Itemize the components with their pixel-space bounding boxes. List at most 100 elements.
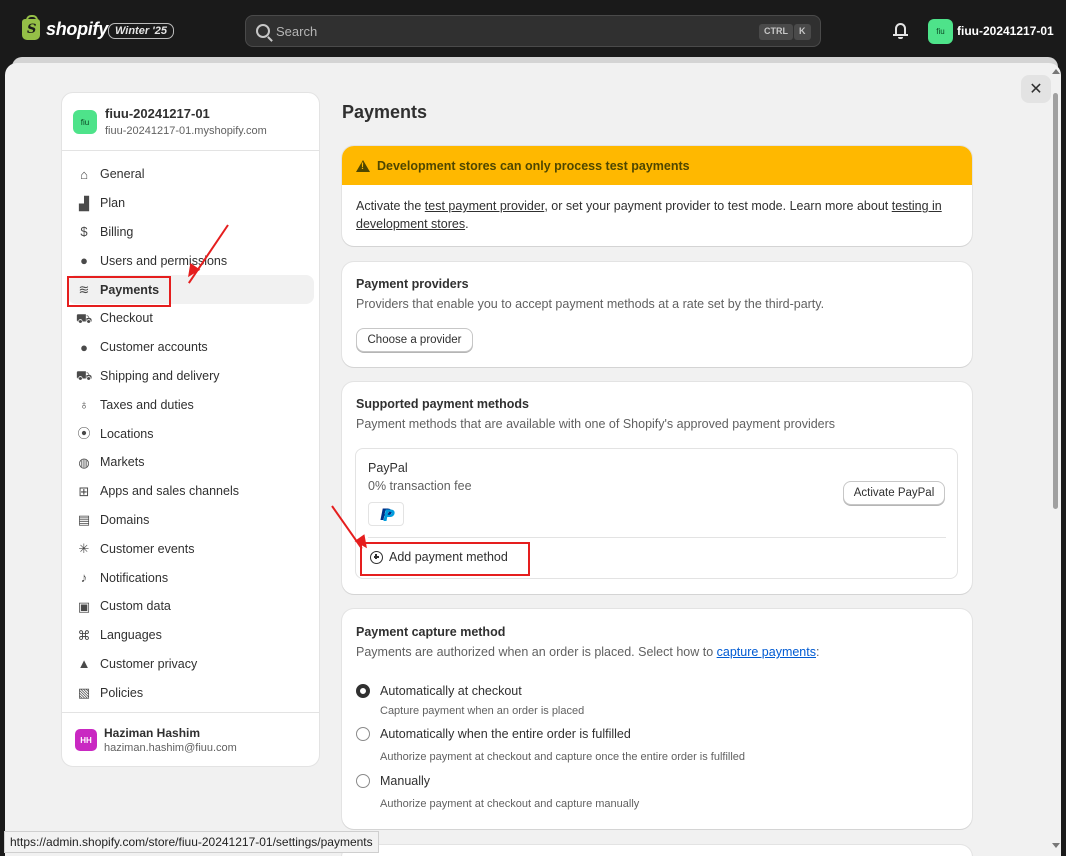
sidebar-user[interactable]: HH Haziman Hashim haziman.hashim@fiuu.co… [62, 712, 319, 767]
sidebar-item-apps[interactable]: ⊞ Apps and sales channels [68, 477, 314, 506]
radio-button[interactable] [356, 727, 370, 741]
sidebar-item-label: Apps and sales channels [100, 484, 239, 499]
data-icon: ▣ [77, 598, 91, 614]
sidebar-item-label: General [100, 167, 145, 182]
search-bar[interactable]: CTRL K [245, 15, 821, 47]
store-icon: ⌂ [80, 166, 88, 182]
billing-icon: $ [80, 224, 88, 240]
sidebar-item-taxes[interactable]: ♁ Taxes and duties [68, 390, 314, 419]
capture-payments-link[interactable]: capture payments [717, 645, 816, 659]
sidebar-item-billing[interactable]: $ Billing [68, 218, 314, 247]
logo-text: shopify [46, 19, 108, 39]
user-email: haziman.hashim@fiuu.com [104, 742, 237, 754]
sidebar-item-label: Markets [100, 455, 145, 470]
release-badge[interactable]: Winter '25 [108, 23, 175, 39]
sidebar-item-label: Languages [100, 628, 162, 643]
sidebar-item-label: Domains [100, 512, 150, 527]
sidebar-item-domains[interactable]: ▤ Domains [68, 506, 314, 535]
card-subtitle: Providers that enable you to accept paym… [356, 297, 825, 311]
card-title: Payment providers [356, 277, 469, 291]
subtitle-text: : [815, 645, 820, 659]
radio-help: Capture payment when an order is placed [380, 705, 585, 717]
scrollbar[interactable] [1050, 63, 1061, 856]
sidebar-item-label: Plan [100, 196, 126, 211]
language-icon: ⌘ [77, 627, 91, 643]
sidebar-item-plan[interactable]: ▟ Plan [68, 189, 314, 218]
shopify-logo[interactable]: S shopify [22, 15, 108, 40]
store-url: fiuu-20241217-01.myshopify.com [105, 125, 267, 137]
radio-auto-fulfilled[interactable]: Automatically when the entire order is f… [356, 727, 631, 741]
card-title: Supported payment methods [356, 397, 529, 411]
highlight-payments [67, 276, 171, 307]
radio-help: Authorize payment at checkout and captur… [380, 751, 746, 763]
divider [368, 537, 946, 538]
activate-paypal-button[interactable]: Activate PayPal [843, 481, 945, 505]
sidebar-item-general[interactable]: ⌂ General [68, 160, 314, 189]
apps-icon: ⊞ [78, 483, 90, 499]
scroll-up-arrow-icon[interactable] [1052, 69, 1060, 74]
test-payment-provider-link[interactable]: test payment provider [425, 199, 545, 213]
banner-header: Development stores can only process test… [342, 146, 972, 185]
tax-icon: ♁ [79, 397, 89, 413]
policy-icon: ▧ [77, 685, 91, 701]
radio-label: Manually [380, 774, 431, 788]
banner-body: Activate the test payment provider, or s… [342, 185, 972, 245]
scroll-down-arrow-icon[interactable] [1052, 843, 1060, 848]
payment-providers-card: Payment providers Providers that enable … [342, 262, 972, 367]
dev-store-warning-banner: Development stores can only process test… [342, 146, 972, 246]
close-button[interactable]: ✕ [1021, 75, 1051, 103]
scrollbar-thumb[interactable] [1053, 93, 1058, 509]
search-icon [256, 24, 270, 38]
truck-icon: ⛟ [75, 368, 93, 384]
radio-button-checked[interactable] [356, 684, 370, 698]
sidebar-item-customer-privacy[interactable]: ▲ Customer privacy [68, 650, 314, 679]
sidebar-item-custom-data[interactable]: ▣ Custom data [68, 592, 314, 621]
card-subtitle: Payment methods that are available with … [356, 417, 836, 431]
sidebar-item-markets[interactable]: ◍ Markets [68, 448, 314, 477]
sidebar-store-header[interactable]: fiu fiuu-20241217-01 fiuu-20241217-01.my… [62, 93, 319, 151]
card-title: Payment capture method [356, 625, 506, 639]
radio-button[interactable] [356, 774, 370, 788]
sidebar-item-label: Custom data [100, 599, 171, 614]
sidebar-item-customer-accounts[interactable]: ● Customer accounts [68, 333, 314, 362]
store-avatar[interactable]: fiu [928, 19, 953, 44]
notifications-bell-icon[interactable] [893, 23, 908, 39]
sidebar-item-notifications[interactable]: ♪ Notifications [68, 563, 314, 592]
shortcut-key-k: K [794, 24, 811, 40]
cursor-icon: ✳ [78, 541, 90, 557]
sidebar-item-label: Customer events [100, 541, 195, 556]
lock-icon: ▲ [77, 656, 91, 672]
highlight-add-payment-method [360, 542, 530, 576]
sidebar-item-label: Customer accounts [100, 340, 208, 355]
person-icon: ● [80, 339, 88, 355]
store-name: fiuu-20241217-01 [105, 106, 210, 121]
sidebar-item-checkout[interactable]: ⛟ Checkout [68, 304, 314, 333]
bell-icon: ♪ [80, 570, 88, 586]
card-subtitle: Payments are authorized when an order is… [356, 645, 819, 659]
globe-icon: ◍ [78, 454, 90, 470]
top-bar: S shopify Winter '25 CTRL K fiu fiuu-202… [0, 0, 1066, 62]
close-icon: ✕ [1029, 81, 1043, 98]
search-input[interactable] [276, 23, 756, 39]
radio-manually[interactable]: Manually [356, 774, 430, 788]
paypal-name: PayPal [368, 461, 408, 475]
sidebar-item-locations[interactable]: ⦿ Locations [68, 419, 314, 448]
sidebar-item-label: Taxes and duties [100, 397, 194, 412]
sidebar-item-customer-events[interactable]: ✳ Customer events [68, 534, 314, 563]
location-icon: ⦿ [77, 426, 91, 442]
sidebar-item-policies[interactable]: ▧ Policies [68, 678, 314, 707]
sidebar-item-label: Billing [100, 224, 134, 239]
sidebar-item-shipping[interactable]: ⛟ Shipping and delivery [68, 362, 314, 391]
sidebar-item-languages[interactable]: ⌘ Languages [68, 621, 314, 650]
domain-icon: ▤ [77, 512, 91, 528]
store-menu-name[interactable]: fiuu-20241217-01 [957, 24, 1054, 38]
radio-label: Automatically when the entire order is f… [380, 727, 631, 741]
sidebar-item-label: Checkout [100, 311, 153, 326]
choose-provider-button[interactable]: Choose a provider [356, 328, 473, 352]
sidebar-item-label: Locations [100, 426, 154, 441]
sidebar-item-label: Customer privacy [100, 656, 198, 671]
page-title: Payments [342, 102, 428, 122]
radio-auto-checkout[interactable]: Automatically at checkout [356, 684, 522, 698]
user-icon: ● [80, 253, 88, 269]
banner-text: Activate the [356, 199, 425, 213]
